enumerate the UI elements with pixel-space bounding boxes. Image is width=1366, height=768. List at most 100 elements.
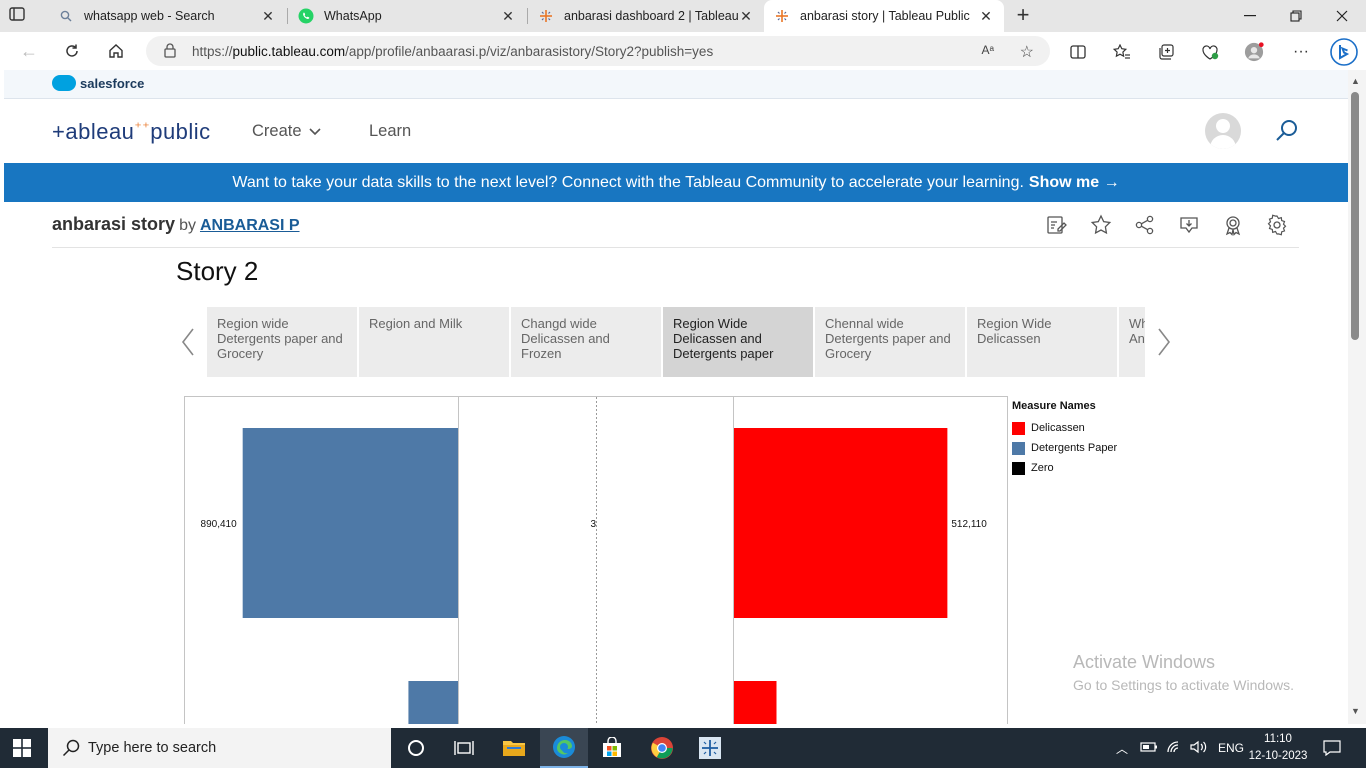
close-tab-icon[interactable]: ✕ — [738, 8, 754, 25]
battery-icon[interactable] — [1140, 741, 1158, 756]
story-point[interactable]: Region wide Detergents paper and Grocery — [207, 307, 357, 377]
legend-swatch — [1012, 441, 1025, 455]
tab-anbarasi-dashboard[interactable]: anbarasi dashboard 2 | Tableau P ✕ — [528, 0, 764, 32]
url-field[interactable]: https://public.tableau.com/app/profile/a… — [146, 36, 1050, 66]
watermark-title: Activate Windows — [1073, 652, 1216, 672]
salesforce-logo[interactable]: salesforce — [52, 75, 144, 91]
taskbar-clock[interactable]: 11:10 12-10-2023 — [1246, 731, 1310, 765]
store-bag-icon — [603, 737, 621, 757]
delicassen-bar — [734, 681, 777, 724]
settings-gear-icon[interactable] — [1266, 214, 1288, 236]
favorite-star-icon[interactable]: ☆ — [1020, 42, 1034, 62]
scrollbar-thumb[interactable] — [1351, 92, 1359, 340]
brand-text: +ableau — [52, 119, 135, 144]
tab-whatsapp-search[interactable]: whatsapp web - Search ✕ — [48, 0, 286, 32]
user-avatar[interactable] — [1205, 113, 1241, 149]
legend-item[interactable]: Detergents Paper — [1012, 438, 1152, 458]
more-options-icon[interactable]: ··· — [1291, 42, 1311, 62]
tab-anbarasi-story[interactable]: anbarasi story | Tableau Public ✕ — [764, 0, 1004, 32]
notifications-button[interactable] — [1312, 728, 1352, 768]
taskbar-search-box[interactable]: Type here to search — [48, 728, 391, 768]
delicassen-value-label: 512,110 — [951, 519, 987, 530]
language-indicator[interactable]: ENG — [1218, 741, 1244, 755]
edit-viz-icon[interactable] — [1046, 214, 1068, 236]
story-point[interactable]: Region and Milk — [359, 307, 509, 377]
site-header: +ableau⁺⁺public Create Learn — [4, 99, 1348, 163]
favorite-star-icon[interactable] — [1090, 214, 1112, 236]
legend-label: Detergents Paper — [1031, 442, 1118, 454]
close-tab-icon[interactable]: ✕ — [500, 8, 516, 25]
tab-actions-button[interactable] — [8, 6, 38, 26]
legend-swatch — [1012, 461, 1025, 475]
zero-value-label: 3 — [590, 519, 596, 530]
split-screen-icon[interactable] — [1068, 42, 1088, 62]
restore-button[interactable] — [1273, 0, 1319, 32]
download-icon[interactable] — [1178, 214, 1200, 236]
volume-icon[interactable] — [1190, 740, 1208, 757]
home-button[interactable] — [105, 40, 127, 62]
minimize-button[interactable] — [1227, 0, 1273, 32]
show-me-link[interactable]: Show me → — [1029, 174, 1120, 192]
tableau-desktop-button[interactable] — [686, 728, 734, 768]
microsoft-store-button[interactable] — [588, 728, 636, 768]
chevron-down-icon — [309, 128, 321, 136]
close-window-button[interactable] — [1319, 0, 1365, 32]
story-point[interactable]: Chennal wide Detergents paper and Grocer… — [815, 307, 965, 377]
story-point-selected[interactable]: Region Wide Delicassen and Detergents pa… — [663, 307, 813, 377]
edge-icon — [553, 736, 575, 758]
vertical-scrollbar[interactable]: ▲ ▼ — [1348, 70, 1366, 724]
avatar-head — [1216, 119, 1230, 133]
web-page: salesforce +ableau⁺⁺public Create Learn … — [4, 70, 1348, 724]
scroll-up-icon[interactable]: ▲ — [1351, 76, 1360, 86]
legend-item[interactable]: Zero — [1012, 458, 1152, 478]
home-icon — [109, 44, 123, 58]
file-explorer-button[interactable] — [490, 728, 538, 768]
browser-tab-strip: whatsapp web - Search ✕ WhatsApp ✕ anbar… — [0, 0, 1366, 32]
story-point[interactable]: Region Wide Delicassen — [967, 307, 1117, 377]
legend-swatch — [1012, 421, 1025, 435]
tab-title: WhatsApp — [324, 9, 382, 23]
site-search-button[interactable] — [1274, 118, 1300, 144]
salesforce-cloud-icon — [52, 75, 76, 91]
previous-story-point-button[interactable] — [180, 327, 200, 357]
nav-create[interactable]: Create — [252, 122, 321, 141]
tableau-icon — [699, 737, 721, 759]
back-button[interactable]: ← — [18, 40, 40, 62]
profile-avatar-icon[interactable] — [1244, 42, 1264, 62]
close-tab-icon[interactable]: ✕ — [978, 8, 994, 25]
browser-essentials-icon[interactable] — [1200, 42, 1220, 62]
salesforce-bar: salesforce — [4, 70, 1348, 99]
wifi-icon[interactable] — [1166, 740, 1184, 757]
author-link[interactable]: ANBARASI P — [200, 217, 300, 234]
new-tab-button[interactable]: + — [1012, 4, 1034, 26]
nav-learn[interactable]: Learn — [369, 122, 411, 141]
share-icon[interactable] — [1134, 214, 1156, 236]
clock-time: 11:10 — [1264, 733, 1292, 745]
brand-suffix: public — [150, 119, 211, 144]
show-hidden-icons-icon[interactable]: ︿ — [1114, 740, 1130, 757]
task-view-button[interactable] — [440, 728, 488, 768]
detergents-value-label: 890,410 — [201, 519, 238, 530]
tab-whatsapp[interactable]: WhatsApp ✕ — [288, 0, 526, 32]
story-point[interactable]: Changd wide Delicassen and Frozen — [511, 307, 661, 377]
start-button[interactable] — [12, 738, 32, 758]
read-aloud-icon[interactable]: Aᵃ — [982, 43, 994, 57]
url-path: /app/profile/anbaarasi.p/viz/anbarasisto… — [345, 43, 714, 59]
favorites-icon[interactable] — [1112, 42, 1132, 62]
bing-copilot-icon[interactable] — [1330, 38, 1358, 66]
award-icon[interactable] — [1222, 214, 1244, 236]
edge-taskbar-button[interactable] — [540, 728, 588, 768]
restore-icon — [1290, 10, 1302, 22]
refresh-button[interactable] — [61, 40, 83, 62]
story-points-navigator: Region wide Detergents paper and Grocery… — [176, 307, 1176, 377]
next-story-point-button[interactable] — [1156, 327, 1176, 357]
collections-icon[interactable] — [1156, 42, 1176, 62]
close-tab-icon[interactable]: ✕ — [260, 8, 276, 25]
tab-title: anbarasi dashboard 2 | Tableau P — [564, 9, 738, 23]
legend-item[interactable]: Delicassen — [1012, 418, 1152, 438]
chrome-button[interactable] — [638, 728, 686, 768]
scroll-down-icon[interactable]: ▼ — [1351, 706, 1360, 716]
story-point[interactable]: Wh An — [1119, 307, 1145, 377]
tableau-public-logo[interactable]: +ableau⁺⁺public — [52, 119, 211, 145]
cortana-button[interactable] — [392, 728, 440, 768]
